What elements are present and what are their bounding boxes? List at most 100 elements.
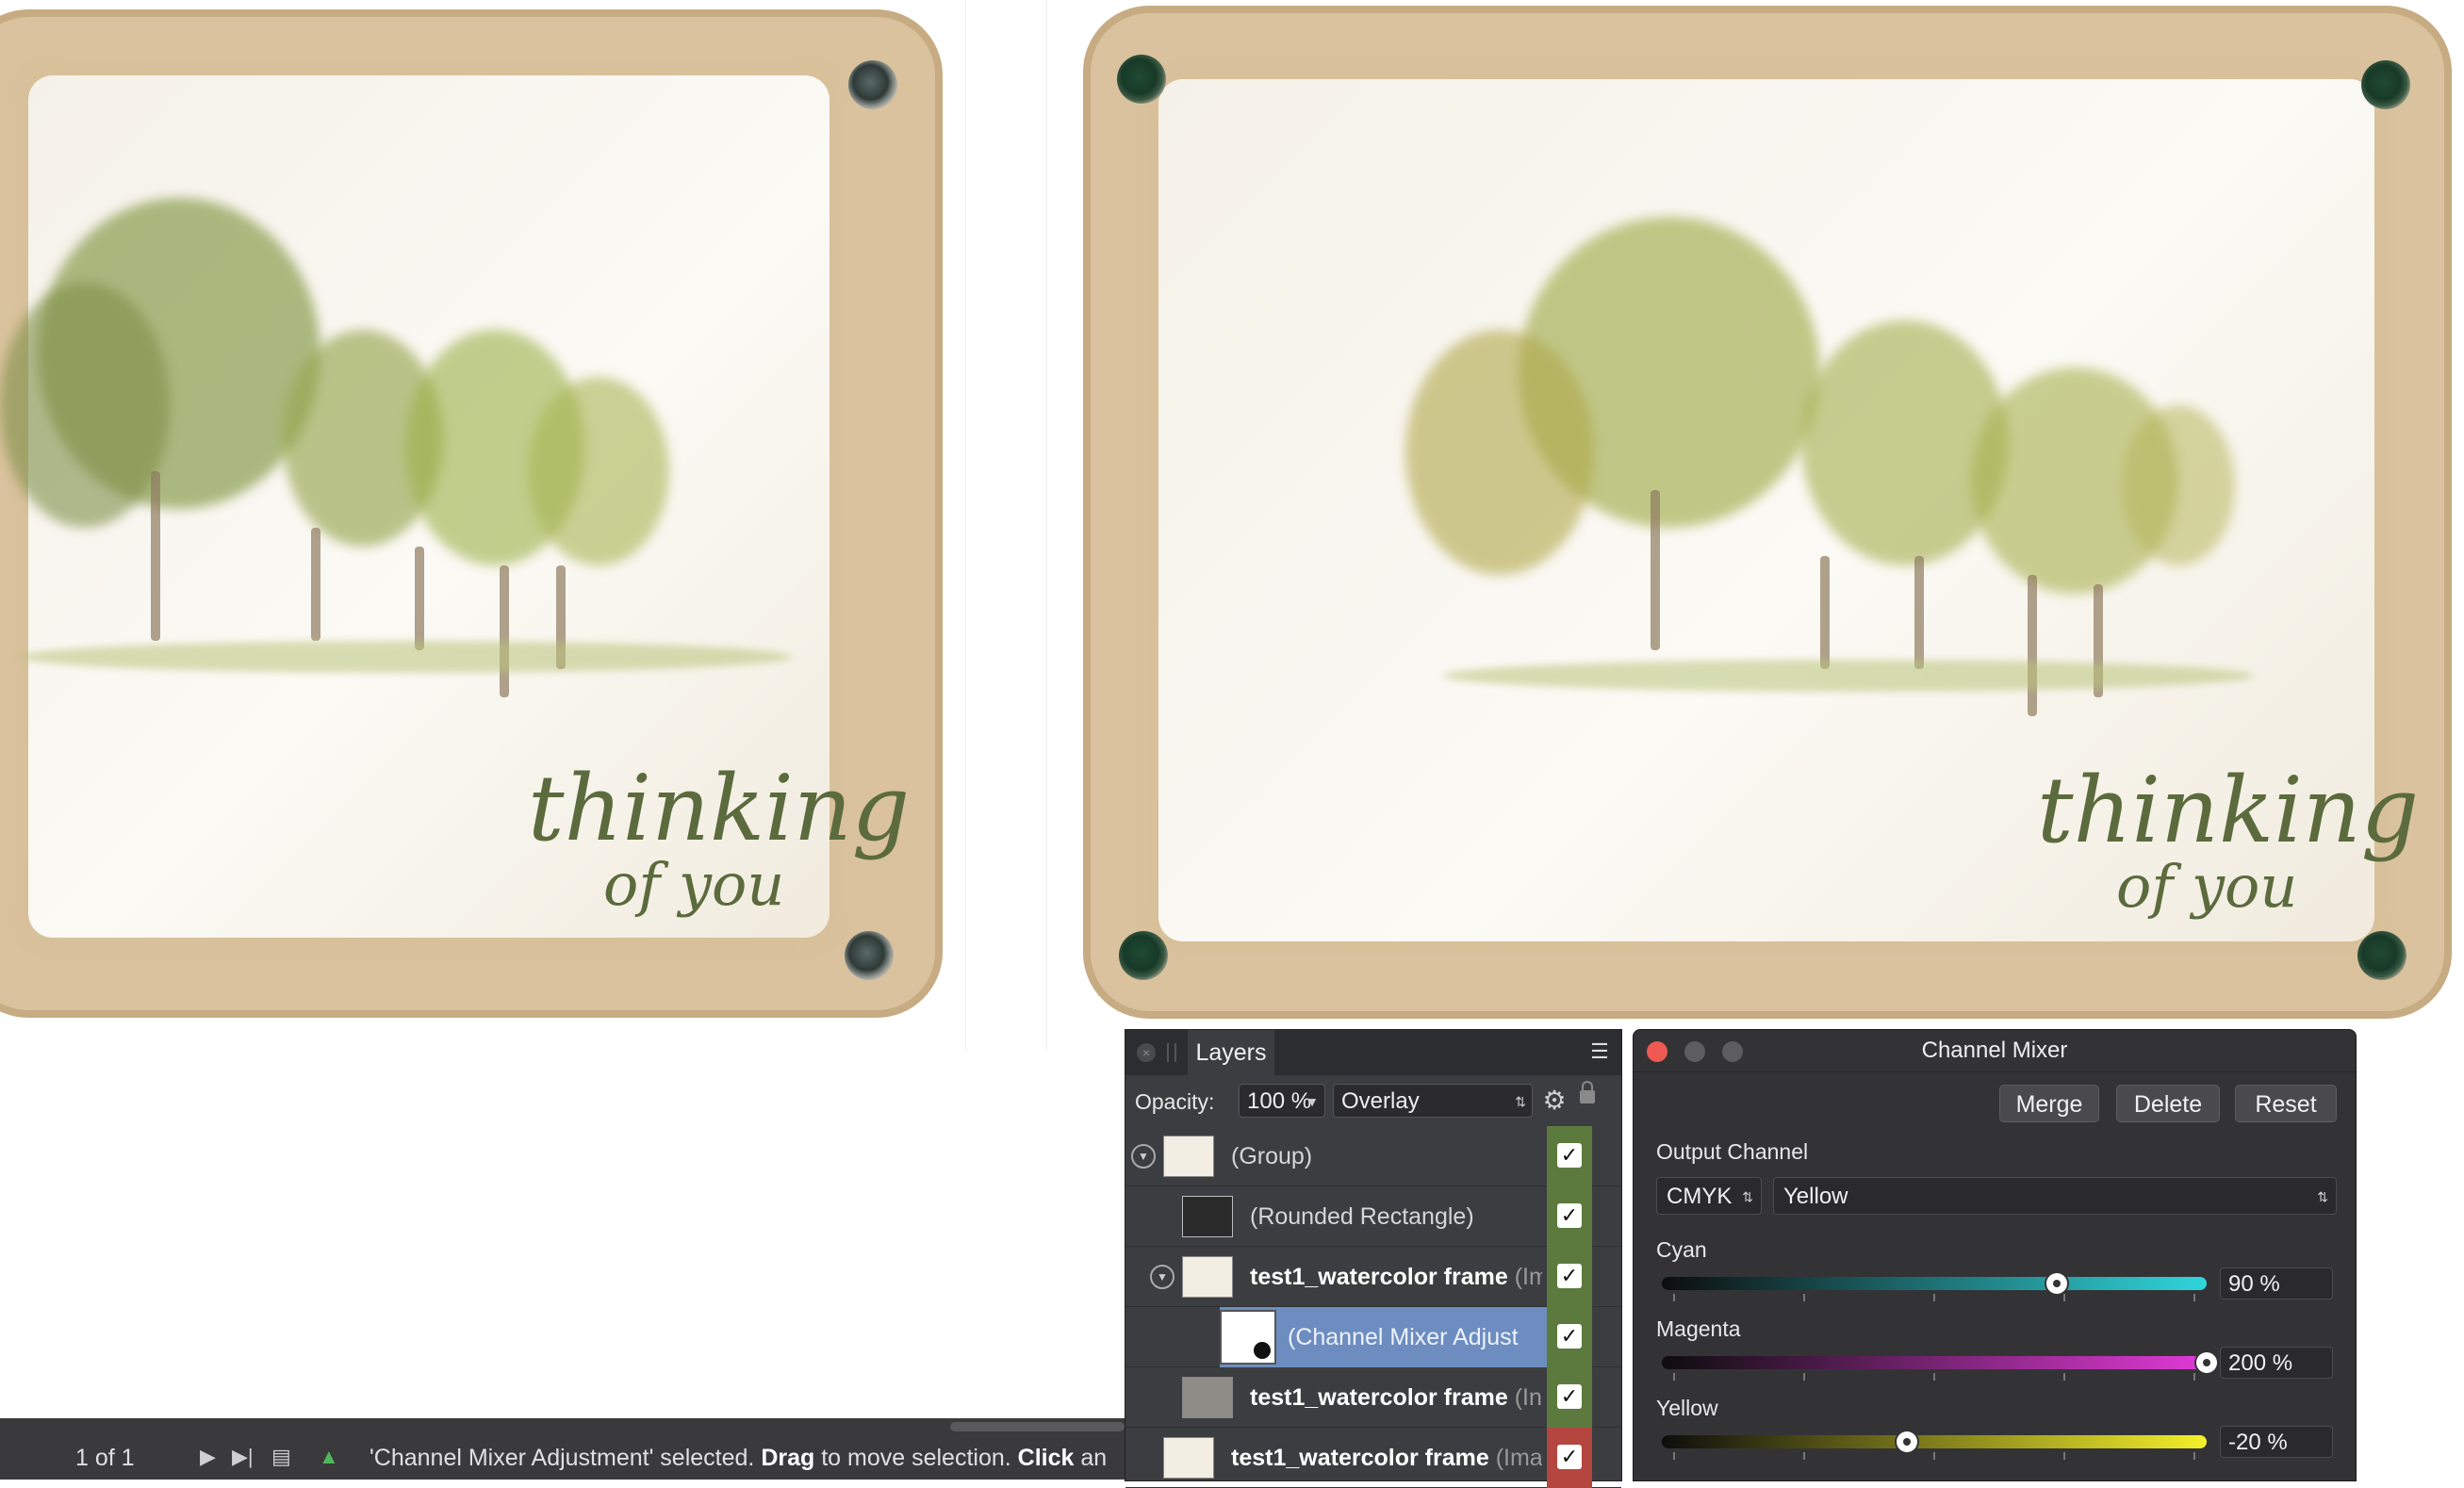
grommet-top-left bbox=[1117, 55, 1166, 104]
layer-thumbnail bbox=[1182, 1196, 1233, 1237]
yellow-slider-knob[interactable] bbox=[1897, 1431, 1918, 1452]
visibility-checkbox[interactable]: ✓ bbox=[1557, 1203, 1582, 1228]
grip-icon[interactable] bbox=[1167, 1043, 1176, 1062]
layer-row-watercolor-frame[interactable]: test1_watercolor frame (Ima ✓ bbox=[1125, 1428, 1621, 1488]
layer-thumbnail bbox=[1182, 1256, 1233, 1298]
layer-row-group[interactable]: ▼ (Group) ✓ bbox=[1125, 1126, 1621, 1186]
visibility-checkbox[interactable]: ✓ bbox=[1557, 1445, 1582, 1469]
status-bar: 1 of 1 ▶ ▶| ▤ ▲ 'Channel Mixer Adjustmen… bbox=[0, 1418, 1125, 1480]
canvas-left-pane[interactable]: thinking of you bbox=[0, 0, 966, 1051]
close-window-icon[interactable] bbox=[1647, 1041, 1667, 1062]
layer-name-text: test1_watercolor frame bbox=[1231, 1445, 1489, 1471]
updown-icon: ⇅ bbox=[1742, 1189, 1753, 1204]
yellow-value-field[interactable]: -20 % bbox=[2220, 1426, 2333, 1458]
blend-mode-select[interactable]: Overlay ⇅ bbox=[1333, 1084, 1533, 1118]
status-message: 'Channel Mixer Adjustment' selected. Dra… bbox=[370, 1445, 1124, 1472]
visibility-strip: ✓ bbox=[1547, 1367, 1592, 1428]
script-thinking-left: thinking bbox=[528, 756, 911, 861]
mixer-titlebar[interactable]: Channel Mixer bbox=[1634, 1030, 2356, 1072]
yellow-slider-track[interactable] bbox=[1662, 1435, 2207, 1448]
visibility-checkbox[interactable]: ✓ bbox=[1557, 1264, 1582, 1288]
visibility-checkbox[interactable]: ✓ bbox=[1557, 1384, 1582, 1409]
tab-layers[interactable]: Layers bbox=[1188, 1030, 1274, 1075]
status-mid: to move selection. bbox=[814, 1445, 1018, 1471]
canvas-right-pane[interactable]: thinking of you bbox=[1046, 0, 2464, 1051]
cyan-slider-knob[interactable] bbox=[2046, 1273, 2068, 1294]
visibility-strip: ✓ bbox=[1547, 1247, 1592, 1307]
layer-row-watercolor-frame[interactable]: test1_watercolor frame (In ✓ bbox=[1125, 1367, 1621, 1428]
status-click: Click bbox=[1017, 1445, 1075, 1471]
layers-toolbar: Opacity: 100 % ▼ Overlay ⇅ ⚙ bbox=[1125, 1075, 1621, 1126]
layer-name: (Channel Mixer Adjust bbox=[1288, 1324, 1519, 1350]
opacity-field[interactable]: 100 % ▼ bbox=[1239, 1084, 1325, 1118]
output-channel-value: Yellow bbox=[1783, 1184, 1848, 1209]
magenta-slider-track[interactable] bbox=[1662, 1356, 2207, 1369]
cyan-value-field[interactable]: 90 % bbox=[2220, 1267, 2333, 1300]
layers-panel: × Layers ☰ Opacity: 100 % ▼ Overlay ⇅ ⚙ ▼ … bbox=[1125, 1029, 1622, 1488]
panel-menu-icon[interactable]: ☰ bbox=[1585, 1039, 1614, 1064]
output-channel-select[interactable]: Yellow ⇅ bbox=[1773, 1177, 2337, 1215]
layer-type-text: (In bbox=[1514, 1384, 1542, 1411]
dropdown-arrow-icon: ▼ bbox=[1306, 1094, 1319, 1109]
layer-thumbnail bbox=[1163, 1136, 1214, 1177]
expand-toggle-icon[interactable]: ▼ bbox=[1150, 1265, 1175, 1289]
slider-label-cyan: Cyan bbox=[1656, 1237, 1707, 1262]
gear-icon[interactable]: ⚙ bbox=[1540, 1087, 1569, 1115]
magenta-value-field[interactable]: 200 % bbox=[2220, 1347, 2333, 1379]
grommet-bottom-right bbox=[2357, 931, 2407, 980]
play-icon[interactable]: ▶ bbox=[200, 1445, 216, 1469]
opacity-label: Opacity: bbox=[1135, 1089, 1215, 1114]
layer-row-channel-mixer[interactable]: (Channel Mixer Adjust ✓ bbox=[1125, 1307, 1621, 1367]
page-indicator: 1 of 1 bbox=[75, 1445, 135, 1471]
skip-end-icon[interactable]: ▶| bbox=[232, 1445, 254, 1469]
status-drag: Drag bbox=[761, 1445, 815, 1471]
lock-icon[interactable] bbox=[1580, 1081, 1595, 1104]
visibility-checkbox[interactable]: ✓ bbox=[1557, 1143, 1582, 1168]
layer-name: (Rounded Rectangle) bbox=[1250, 1203, 1474, 1230]
channel-mixer-panel: Channel Mixer Merge Delete Reset Output … bbox=[1633, 1029, 2357, 1481]
tree-illustration-right bbox=[1368, 179, 2310, 744]
close-icon[interactable]: × bbox=[1137, 1043, 1156, 1062]
status-suffix: an bbox=[1074, 1445, 1108, 1471]
adjustment-icon bbox=[1254, 1342, 1271, 1359]
layer-thumbnail bbox=[1163, 1437, 1214, 1479]
slider-label-magenta: Magenta bbox=[1656, 1316, 1741, 1341]
slider-ticks bbox=[1673, 1452, 2195, 1460]
zoom-window-icon[interactable] bbox=[1722, 1041, 1743, 1062]
script-of-you-left: of you bbox=[603, 850, 785, 919]
cyan-slider-track[interactable] bbox=[1662, 1277, 2207, 1290]
slider-label-yellow: Yellow bbox=[1656, 1396, 1718, 1420]
visibility-strip: ✓ bbox=[1547, 1428, 1592, 1488]
layer-type-text: (Im bbox=[1514, 1264, 1542, 1290]
merge-button[interactable]: Merge bbox=[1999, 1085, 2099, 1122]
blend-mode-value: Overlay bbox=[1341, 1088, 1420, 1114]
expand-toggle-icon[interactable]: ▼ bbox=[1131, 1144, 1156, 1169]
document-icon[interactable]: ▤ bbox=[271, 1445, 291, 1469]
opacity-value: 100 % bbox=[1247, 1088, 1312, 1114]
layer-type-text: (Ima bbox=[1495, 1445, 1542, 1471]
layer-thumbnail bbox=[1182, 1377, 1233, 1418]
color-model-value: CMYK bbox=[1667, 1184, 1733, 1209]
visibility-checkbox[interactable]: ✓ bbox=[1557, 1324, 1582, 1349]
magenta-slider-knob[interactable] bbox=[2196, 1352, 2217, 1373]
reset-button[interactable]: Reset bbox=[2235, 1085, 2337, 1122]
status-indicator-icon: ▲ bbox=[319, 1445, 339, 1468]
minimize-window-icon[interactable] bbox=[1684, 1041, 1705, 1062]
tree-illustration-left bbox=[0, 170, 811, 735]
output-channel-label: Output Channel bbox=[1656, 1139, 1809, 1164]
grommet-top-right bbox=[2361, 60, 2410, 109]
visibility-strip: ✓ bbox=[1547, 1186, 1592, 1247]
visibility-strip: ✓ bbox=[1547, 1126, 1592, 1186]
layer-row-watercolor-frame[interactable]: ▼ test1_watercolor frame (Im ✓ bbox=[1125, 1247, 1621, 1307]
layer-name: (Group) bbox=[1231, 1143, 1313, 1169]
delete-button[interactable]: Delete bbox=[2116, 1085, 2220, 1122]
layer-row-rounded-rectangle[interactable]: (Rounded Rectangle) ✓ bbox=[1125, 1186, 1621, 1247]
adjustment-thumbnail bbox=[1220, 1310, 1276, 1365]
layer-name: test1_watercolor frame (Im bbox=[1250, 1247, 1542, 1307]
color-model-select[interactable]: CMYK ⇅ bbox=[1656, 1177, 1762, 1215]
script-thinking-right: thinking bbox=[2037, 758, 2420, 863]
horizontal-scrollbar[interactable] bbox=[950, 1422, 1125, 1431]
layer-name-text: test1_watercolor frame bbox=[1250, 1384, 1508, 1411]
layers-tab-bar: × Layers ☰ bbox=[1125, 1030, 1621, 1075]
status-prefix: 'Channel Mixer Adjustment' selected. bbox=[370, 1445, 762, 1471]
